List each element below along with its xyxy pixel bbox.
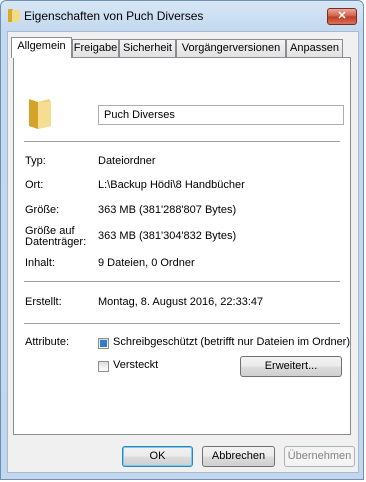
advanced-button[interactable]: Erweitert... (240, 356, 342, 377)
properties-dialog: Eigenschaften von Puch Diverses ✕ Allgem… (0, 0, 364, 480)
tab-anpassen[interactable]: Anpassen (286, 39, 343, 57)
size-value: 363 MB (381'288'807 Bytes) (98, 204, 237, 216)
size-label: Größe: (25, 204, 60, 216)
location-value: L:\Backup Hödi\8 Handbücher (98, 179, 245, 191)
close-button[interactable]: ✕ (327, 8, 357, 25)
type-value: Dateiordner (98, 155, 156, 167)
window-title: Eigenschaften von Puch Diverses (24, 9, 204, 23)
contents-label: Inhalt: (25, 257, 55, 269)
divider (24, 281, 340, 282)
tab-sicherheit[interactable]: Sicherheit (119, 39, 176, 57)
readonly-checkbox[interactable] (98, 338, 109, 349)
ok-button[interactable]: OK (122, 446, 193, 467)
tab-freigabe[interactable]: Freigabe (72, 39, 119, 57)
close-icon: ✕ (337, 10, 347, 22)
readonly-label[interactable]: Schreibgeschützt (betrifft nur Dateien i… (113, 336, 350, 348)
divider (24, 141, 340, 142)
tab-allgemein[interactable]: Allgemein (11, 37, 72, 58)
general-tab-page: Puch Diverses Typ: Dateiordner Ort: L:\B… (13, 57, 351, 435)
title-bar[interactable]: Eigenschaften von Puch Diverses ✕ (1, 1, 363, 31)
tab-vorgaengerversionen[interactable]: Vorgängerversionen (176, 39, 286, 57)
folder-icon (29, 99, 51, 129)
hidden-label[interactable]: Versteckt (113, 359, 158, 371)
type-label: Typ: (25, 155, 46, 167)
hidden-checkbox[interactable] (98, 361, 109, 372)
dialog-client: Allgemein Freigabe Sicherheit Vorgängerv… (7, 31, 359, 473)
attributes-label: Attribute: (25, 336, 70, 348)
created-label: Erstellt: (25, 296, 62, 308)
cancel-button[interactable]: Abbrechen (202, 446, 275, 467)
folder-name-input[interactable]: Puch Diverses (98, 105, 344, 125)
location-label: Ort: (25, 179, 44, 191)
created-value: Montag, 8. August 2016, 22:33:47 (98, 296, 264, 308)
divider (24, 323, 340, 324)
contents-value: 9 Dateien, 0 Ordner (98, 257, 195, 269)
apply-button[interactable]: Übernehmen (284, 446, 355, 467)
disk-size-value: 363 MB (381'304'832 Bytes) (98, 230, 237, 242)
folder-icon (8, 9, 20, 22)
disk-size-label-line2: Datenträger: (25, 236, 87, 248)
